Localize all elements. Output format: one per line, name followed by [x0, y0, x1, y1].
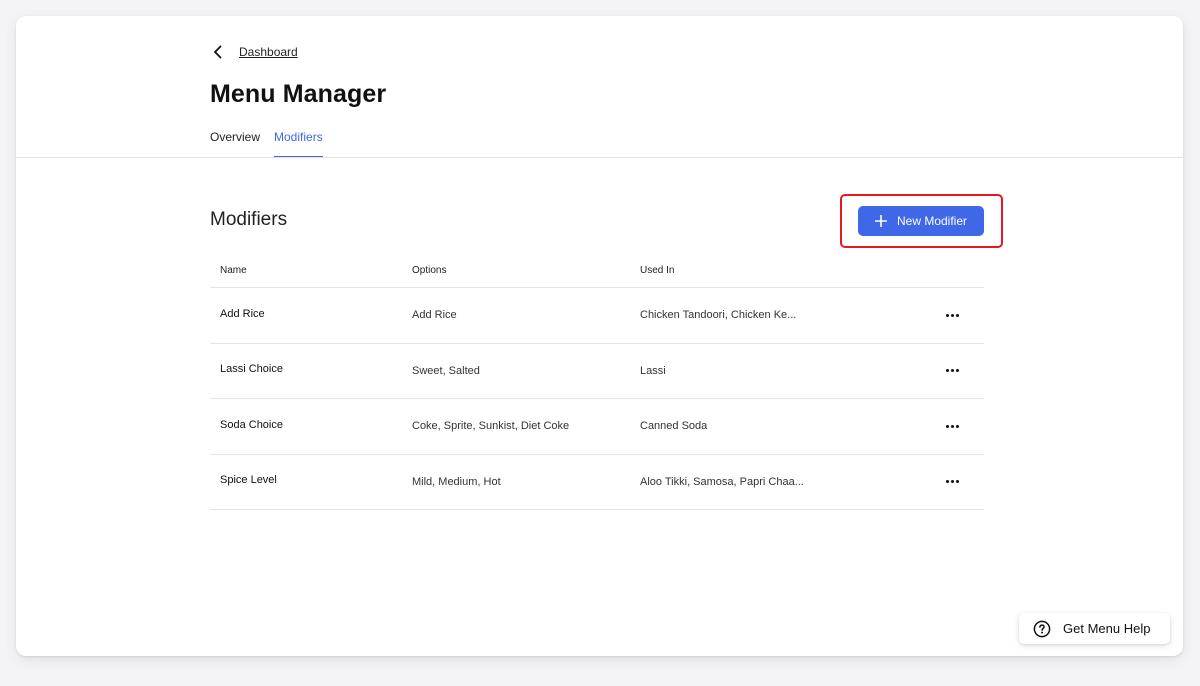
modifiers-table: Name Options Used In Add Rice Add Rice C… — [210, 254, 984, 510]
table-row[interactable]: Lassi Choice Sweet, Salted Lassi — [210, 344, 984, 399]
column-header-used-in: Used In — [640, 265, 675, 276]
chevron-left-icon[interactable] — [211, 45, 225, 59]
row-options: Add Rice — [412, 309, 457, 322]
more-horizontal-icon[interactable] — [942, 365, 963, 376]
question-circle-icon — [1033, 620, 1051, 638]
row-options: Coke, Sprite, Sunkist, Diet Coke — [412, 420, 570, 433]
page-title: Menu Manager — [210, 80, 387, 108]
row-used-in: Chicken Tandoori, Chicken Ke... — [640, 309, 797, 322]
get-menu-help-button[interactable]: Get Menu Help — [1019, 613, 1170, 644]
more-horizontal-icon[interactable] — [942, 421, 963, 432]
new-modifier-button[interactable]: New Modifier — [858, 206, 984, 236]
column-header-options: Options — [412, 265, 447, 276]
breadcrumb-dashboard-link[interactable]: Dashboard — [239, 45, 298, 59]
more-horizontal-icon[interactable] — [942, 310, 963, 321]
row-name: Spice Level — [220, 474, 277, 487]
row-used-in: Canned Soda — [640, 420, 708, 433]
row-used-in: Aloo Tikki, Samosa, Papri Chaa... — [640, 475, 804, 488]
tabs-divider — [16, 157, 1183, 158]
help-label: Get Menu Help — [1063, 621, 1151, 636]
row-options: Mild, Medium, Hot — [412, 475, 501, 488]
row-options: Sweet, Salted — [412, 364, 480, 377]
breadcrumb: Dashboard — [211, 42, 298, 62]
table-row[interactable]: Add Rice Add Rice Chicken Tandoori, Chic… — [210, 288, 984, 344]
tab-overview[interactable]: Overview — [210, 130, 260, 158]
table-header: Name Options Used In — [210, 254, 984, 288]
row-used-in: Lassi — [640, 364, 666, 377]
row-name: Lassi Choice — [220, 363, 283, 376]
column-header-name: Name — [220, 265, 247, 276]
new-modifier-label: New Modifier — [896, 214, 968, 228]
tab-modifiers[interactable]: Modifiers — [274, 130, 323, 158]
row-name: Add Rice — [220, 307, 265, 320]
app-window: Dashboard Menu Manager Overview Modifier… — [16, 16, 1183, 656]
plus-icon — [874, 215, 887, 227]
table-row[interactable]: Spice Level Mild, Medium, Hot Aloo Tikki… — [210, 455, 984, 510]
tab-bar: Overview Modifiers — [210, 130, 323, 158]
more-horizontal-icon[interactable] — [942, 476, 963, 487]
row-name: Soda Choice — [220, 418, 283, 431]
table-row[interactable]: Soda Choice Coke, Sprite, Sunkist, Diet … — [210, 399, 984, 455]
section-title: Modifiers — [210, 209, 288, 230]
